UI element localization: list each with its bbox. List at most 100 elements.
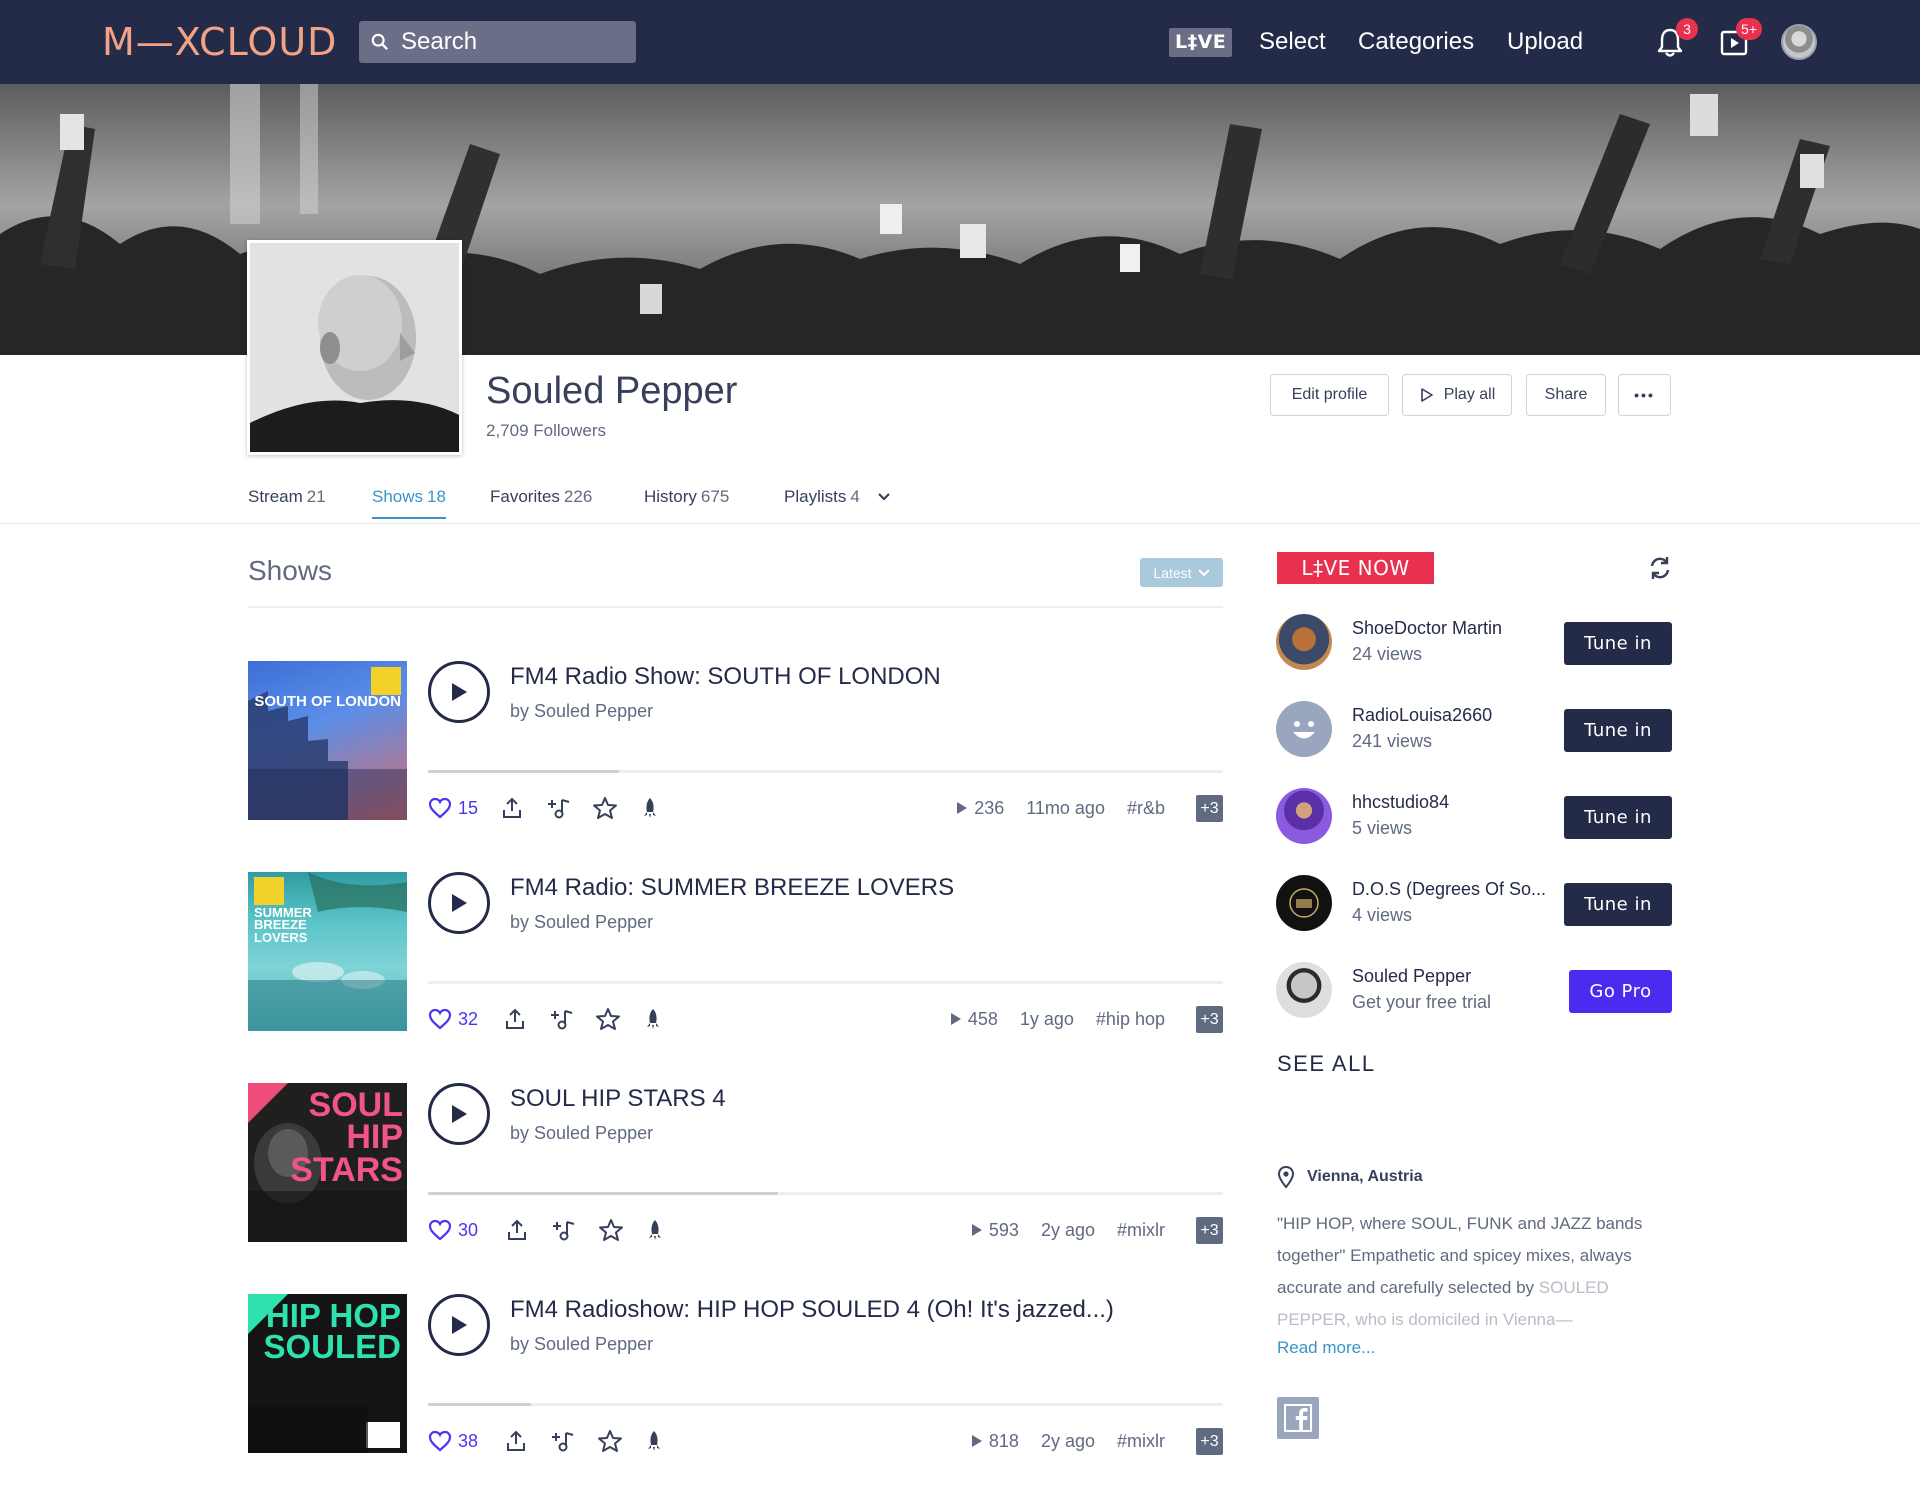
- live-avatar[interactable]: [1276, 962, 1332, 1018]
- more-tags-button[interactable]: +3: [1196, 795, 1223, 822]
- more-tags-button[interactable]: +3: [1196, 1217, 1223, 1244]
- waveform-progress[interactable]: [428, 1403, 1223, 1406]
- live-item[interactable]: ShoeDoctor Martin 24 views Tune in: [1276, 614, 1672, 674]
- share-show-button[interactable]: [500, 795, 524, 821]
- facebook-link[interactable]: [1277, 1397, 1319, 1439]
- show-author[interactable]: by Souled Pepper: [510, 1123, 653, 1144]
- like-button[interactable]: 30: [428, 1217, 478, 1243]
- share-show-button[interactable]: [503, 1006, 527, 1032]
- show-author[interactable]: by Souled Pepper: [510, 912, 653, 933]
- live-name[interactable]: hhcstudio84: [1352, 792, 1449, 813]
- nav-select[interactable]: Select: [1259, 24, 1326, 60]
- live-name[interactable]: Souled Pepper: [1352, 966, 1471, 987]
- more-tags-button[interactable]: +3: [1196, 1428, 1223, 1455]
- more-tags-button[interactable]: +3: [1196, 1006, 1223, 1033]
- refresh-button[interactable]: [1646, 554, 1674, 582]
- top-navigation-bar: M—XCLOUD L‡VE Select Categories Upload 3…: [0, 0, 1920, 84]
- show-author[interactable]: by Souled Pepper: [510, 701, 653, 722]
- read-more-link[interactable]: Read more...: [1277, 1338, 1375, 1358]
- live-name[interactable]: D.O.S (Degrees Of So...: [1352, 879, 1546, 900]
- sort-dropdown[interactable]: Latest: [1140, 558, 1223, 587]
- tune-in-button[interactable]: Tune in: [1564, 796, 1672, 839]
- tag-link[interactable]: #mixlr: [1117, 1220, 1165, 1241]
- share-button[interactable]: Share: [1526, 374, 1606, 416]
- search-box[interactable]: [359, 21, 636, 63]
- show-title[interactable]: SOUL HIP STARS 4: [510, 1083, 726, 1115]
- go-pro-button[interactable]: Go Pro: [1569, 970, 1672, 1013]
- mixcloud-logo[interactable]: M—XCLOUD: [102, 20, 337, 64]
- live-name[interactable]: RadioLouisa2660: [1352, 705, 1492, 726]
- play-button[interactable]: [428, 1294, 490, 1356]
- show-title[interactable]: FM4 Radioshow: HIP HOP SOULED 4 (Oh! It'…: [510, 1294, 1114, 1326]
- favorite-button[interactable]: [592, 795, 618, 821]
- search-input[interactable]: [401, 28, 621, 56]
- boost-button[interactable]: [643, 1006, 663, 1032]
- live-link[interactable]: L‡VE: [1169, 28, 1233, 57]
- tune-in-button[interactable]: Tune in: [1564, 883, 1672, 926]
- favorite-button[interactable]: [598, 1217, 624, 1243]
- live-avatar[interactable]: [1276, 788, 1332, 844]
- share-show-button[interactable]: [505, 1217, 529, 1243]
- add-to-playlist-button[interactable]: [546, 795, 572, 821]
- queue-button[interactable]: 5+: [1716, 18, 1762, 60]
- live-avatar[interactable]: [1276, 614, 1332, 670]
- notifications-button[interactable]: 3: [1652, 18, 1698, 60]
- show-author[interactable]: by Souled Pepper: [510, 1334, 653, 1355]
- live-avatar[interactable]: [1276, 875, 1332, 931]
- star-icon: [593, 797, 617, 819]
- nav-categories[interactable]: Categories: [1358, 24, 1474, 60]
- favorite-button[interactable]: [597, 1428, 623, 1454]
- tab-playlists[interactable]: Playlists 4: [784, 477, 891, 517]
- favorite-button[interactable]: [595, 1006, 621, 1032]
- tune-in-button[interactable]: Tune in: [1564, 622, 1672, 665]
- waveform-progress[interactable]: [428, 1192, 1223, 1195]
- boost-button[interactable]: [644, 1428, 664, 1454]
- add-to-playlist-button[interactable]: [551, 1217, 577, 1243]
- like-button[interactable]: 15: [428, 795, 478, 821]
- waveform-progress[interactable]: [428, 770, 1223, 773]
- play-button[interactable]: [428, 661, 490, 723]
- live-views: 241 views: [1352, 731, 1433, 751]
- upload-age: 2y ago: [1040, 1430, 1095, 1451]
- tune-in-button[interactable]: Tune in: [1564, 709, 1672, 752]
- show-cover[interactable]: HIP HOP SOULED: [248, 1294, 407, 1453]
- play-button[interactable]: [428, 1083, 490, 1145]
- user-avatar[interactable]: [1781, 24, 1817, 60]
- live-item[interactable]: RadioLouisa2660 241 views Tune in: [1276, 701, 1672, 761]
- tab-favorites[interactable]: Favorites 226: [490, 477, 592, 517]
- nav-upload[interactable]: Upload: [1507, 24, 1583, 60]
- tag-link[interactable]: #mixlr: [1117, 1431, 1165, 1452]
- live-item[interactable]: Souled Pepper Get your free trial Go Pro: [1276, 962, 1672, 1022]
- tab-shows[interactable]: Shows 18: [372, 477, 446, 519]
- show-cover[interactable]: SOUTH OF LONDON: [248, 661, 407, 820]
- share-show-button[interactable]: [504, 1428, 528, 1454]
- edit-profile-button[interactable]: Edit profile: [1270, 374, 1389, 416]
- add-to-playlist-button[interactable]: [550, 1428, 576, 1454]
- like-button[interactable]: 32: [428, 1006, 478, 1032]
- followers-count[interactable]: 2,709 Followers: [486, 421, 606, 441]
- show-cover[interactable]: SOUL HIP STARS: [248, 1083, 407, 1242]
- live-item[interactable]: D.O.S (Degrees Of So... 4 views Tune in: [1276, 875, 1672, 935]
- play-button[interactable]: [428, 872, 490, 934]
- show-cover[interactable]: SUMMER BREEZE LOVERS: [248, 872, 407, 1031]
- boost-button[interactable]: [640, 795, 660, 821]
- tab-history[interactable]: History 675: [644, 477, 729, 517]
- more-options-button[interactable]: •••: [1618, 374, 1671, 416]
- play-all-button[interactable]: Play all: [1402, 374, 1512, 416]
- like-button[interactable]: 38: [428, 1428, 478, 1454]
- like-count: 38: [458, 1430, 479, 1451]
- show-title[interactable]: FM4 Radio: SUMMER BREEZE LOVERS: [510, 872, 954, 904]
- waveform-progress[interactable]: [428, 981, 1223, 984]
- live-avatar[interactable]: [1276, 701, 1332, 757]
- tab-stream[interactable]: Stream 21: [248, 477, 326, 517]
- tag-link[interactable]: #hip hop: [1096, 1009, 1165, 1030]
- live-name[interactable]: ShoeDoctor Martin: [1352, 618, 1502, 639]
- play-all-label: Play all: [1443, 386, 1496, 403]
- add-to-playlist-button[interactable]: [549, 1006, 575, 1032]
- boost-button[interactable]: [645, 1217, 665, 1243]
- see-all-link[interactable]: SEE ALL: [1277, 1051, 1376, 1077]
- location-pin-icon: [1277, 1165, 1295, 1189]
- show-title[interactable]: FM4 Radio Show: SOUTH OF LONDON: [510, 661, 941, 693]
- live-item[interactable]: hhcstudio84 5 views Tune in: [1276, 788, 1672, 848]
- tag-link[interactable]: #r&b: [1127, 798, 1165, 819]
